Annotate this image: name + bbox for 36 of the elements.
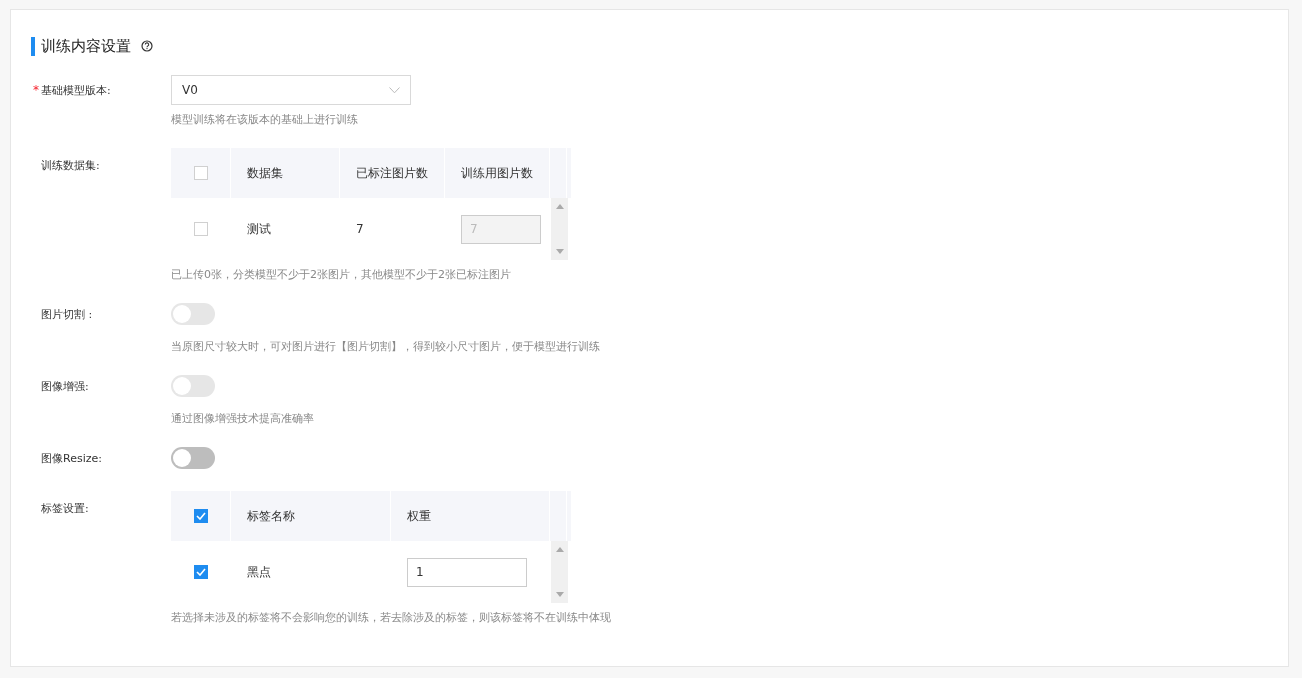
field-label: 标签设置:	[41, 502, 89, 515]
field-label: 图像Resize:	[41, 452, 102, 465]
hint-text: 当原图尺寸较大时，可对图片进行【图片切割】，得到较小尺寸图片，便于模型进行训练	[171, 339, 600, 354]
column-header: 标签名称	[231, 491, 391, 541]
table-cell: 黑点	[247, 563, 271, 581]
field-label: 训练数据集:	[41, 159, 100, 172]
table-cell: 7	[356, 222, 364, 236]
field-label: 基础模型版本:	[41, 84, 111, 97]
scrollbar[interactable]	[551, 541, 568, 603]
count-input[interactable]: 1	[407, 557, 527, 587]
hint-text: 已上传0张，分类模型不少于2张图片，其他模型不少于2张已标注图片	[171, 267, 512, 282]
field-label: 图片切割 :	[41, 308, 93, 321]
field-label: 图像增强:	[41, 380, 89, 393]
column-header: 数据集	[231, 148, 340, 198]
hint-text: 通过图像增强技术提高准确率	[171, 411, 314, 426]
version-select[interactable]: V0	[171, 75, 411, 105]
select-all-checkbox[interactable]	[193, 509, 208, 523]
row-checkbox[interactable]	[194, 565, 208, 579]
scroll-up-icon[interactable]	[555, 204, 564, 209]
column-header: 权重	[391, 491, 550, 541]
table-cell: 测试	[247, 220, 271, 238]
select-all-checkbox[interactable]	[193, 166, 208, 180]
required-mark: *	[33, 82, 39, 99]
row-checkbox[interactable]	[194, 222, 208, 236]
scroll-up-icon[interactable]	[555, 547, 564, 552]
chevron-down-icon	[389, 86, 400, 94]
help-icon[interactable]	[141, 40, 153, 52]
scroll-down-icon[interactable]	[555, 249, 564, 254]
hint-text: 模型训练将在该版本的基础上进行训练	[171, 112, 359, 127]
section-title: 训练内容设置	[41, 36, 131, 56]
scrollbar[interactable]	[551, 198, 568, 260]
column-header: 训练用图片数	[445, 148, 550, 198]
hint-text: 若选择未涉及的标签将不会影响您的训练，若去除涉及的标签，则该标签将不在训练中体现	[171, 610, 611, 625]
column-header: 已标注图片数	[340, 148, 445, 198]
toggle-switch[interactable]	[171, 447, 215, 469]
scroll-down-icon[interactable]	[555, 592, 564, 597]
